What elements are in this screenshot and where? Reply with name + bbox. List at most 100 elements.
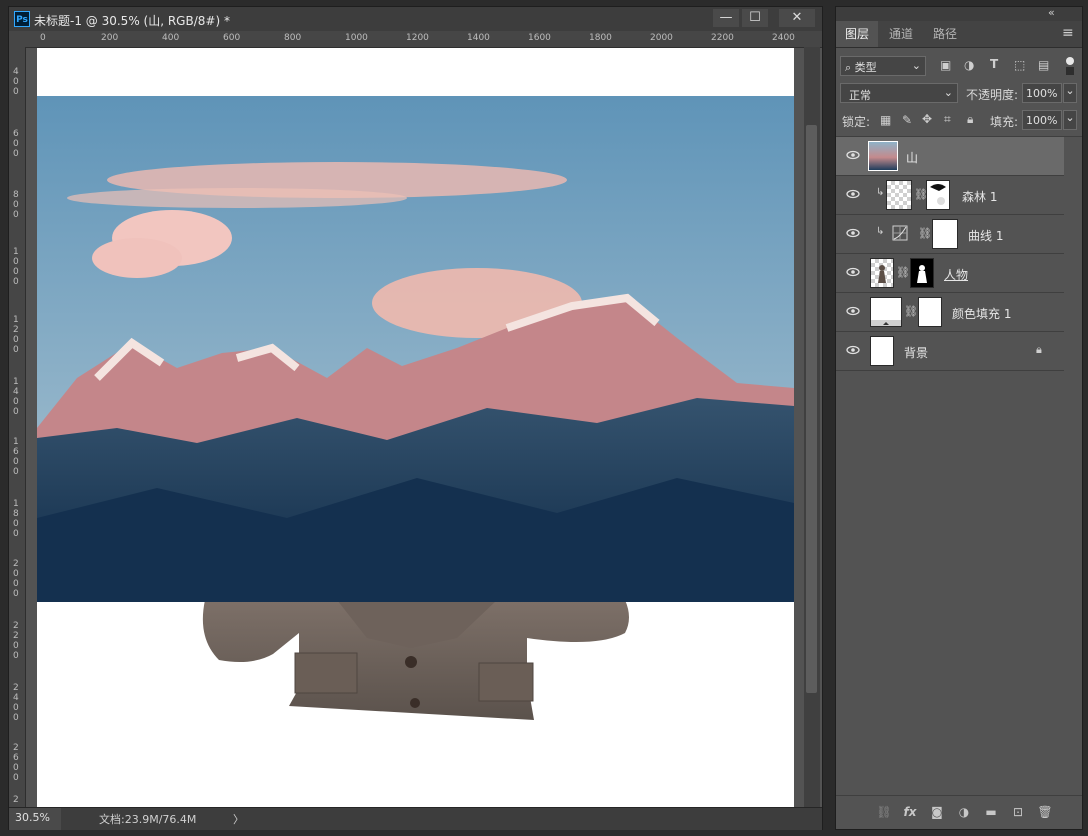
new-layer-icon[interactable]: ⊡ bbox=[1010, 804, 1026, 820]
panel-menu-icon[interactable]: ≡ bbox=[1062, 25, 1074, 41]
document-titlebar[interactable]: Ps 未标题-1 @ 30.5% (山, RGB/8#) * — ☐ ✕ bbox=[9, 7, 822, 31]
canvas[interactable] bbox=[37, 48, 794, 808]
close-button[interactable]: ✕ bbox=[779, 9, 815, 27]
visibility-eye-icon[interactable] bbox=[846, 266, 860, 278]
adjustment-filter-icon[interactable]: ◑ bbox=[964, 58, 980, 74]
fill-input[interactable]: 100% bbox=[1022, 110, 1062, 130]
maximize-button[interactable]: ☐ bbox=[742, 9, 768, 27]
ruler-tick: 1 6 0 0 bbox=[13, 437, 19, 477]
type-filter-icon[interactable]: T bbox=[990, 57, 1006, 73]
layer-mask-thumbnail bbox=[910, 258, 934, 288]
fill-label: 填充: bbox=[990, 115, 1019, 129]
link-icon[interactable]: ⛓︎ bbox=[876, 804, 892, 820]
filter-kind-label: 类型 bbox=[854, 61, 877, 74]
ruler-vertical[interactable]: 4 0 0 6 0 0 8 0 0 1 0 0 0 1 2 0 0 1 4 0 … bbox=[9, 47, 26, 807]
ruler-tick: 200 bbox=[101, 33, 119, 43]
layer-mask-thumbnail bbox=[926, 180, 950, 210]
ruler-tick: 2 0 0 0 bbox=[13, 559, 19, 599]
ruler-tick: 1800 bbox=[589, 33, 612, 43]
layer-name: 颜色填充 1 bbox=[952, 307, 1012, 321]
ruler-tick: 1 0 0 0 bbox=[13, 247, 19, 287]
panel-header: « bbox=[836, 6, 1082, 21]
layer-row-mountain[interactable]: 山 bbox=[836, 137, 1064, 176]
ruler-horizontal[interactable]: 0 200 400 600 800 1000 1200 1400 1600 18… bbox=[9, 31, 822, 48]
folder-icon[interactable]: ▬ bbox=[983, 804, 999, 820]
status-bar: 30.5% 文档:23.9M/76.4M 〉 bbox=[9, 807, 822, 830]
fill-chevron-icon[interactable]: ⌄ bbox=[1063, 110, 1077, 130]
canvas-artwork bbox=[37, 96, 794, 720]
fx-icon[interactable]: fx bbox=[902, 804, 918, 820]
filter-toggle[interactable] bbox=[1066, 57, 1076, 77]
status-menu-arrow[interactable]: 〉 bbox=[233, 811, 244, 827]
visibility-eye-icon[interactable] bbox=[846, 344, 860, 356]
adjustment-icon[interactable]: ◑ bbox=[956, 804, 972, 820]
ruler-tick: 8 0 0 bbox=[13, 190, 19, 220]
doc-info: 文档:23.9M/76.4M bbox=[99, 813, 197, 826]
visibility-eye-icon[interactable] bbox=[846, 227, 860, 239]
tab-channels[interactable]: 通道 bbox=[880, 21, 922, 47]
blend-mode-value: 正常 bbox=[849, 89, 871, 102]
minimize-button[interactable]: — bbox=[713, 9, 739, 27]
mask-icon[interactable]: ◙ bbox=[929, 804, 945, 820]
ruler-tick: 2 6 0 0 bbox=[13, 743, 19, 783]
layer-thumbnail bbox=[870, 258, 894, 288]
visibility-eye-icon[interactable] bbox=[846, 188, 860, 200]
lock-icon[interactable]: 🔒︎ bbox=[1036, 343, 1042, 357]
layers-panel: « 图层 通道 路径 ≡ ⌕ 类型 ⌄ ▣ ◑ T ⬚ ▤ 正常 ⌄ 不透明度:… bbox=[835, 6, 1083, 830]
panel-footer: ⛓︎ fx ◙ ◑ ▬ ⊡ 🗑︎ bbox=[836, 795, 1082, 829]
scrollbar-thumb[interactable] bbox=[806, 125, 817, 693]
zoom-field[interactable]: 30.5% bbox=[9, 808, 61, 830]
shape-filter-icon[interactable]: ⬚ bbox=[1014, 58, 1030, 74]
person-layer-art bbox=[202, 600, 629, 720]
trash-icon[interactable]: 🗑︎ bbox=[1037, 804, 1053, 820]
layer-mask-thumbnail bbox=[918, 297, 942, 327]
panel-tabs: 图层 通道 路径 ≡ bbox=[836, 21, 1082, 48]
ruler-tick: 2000 bbox=[650, 33, 673, 43]
smart-object-filter-icon[interactable]: ▤ bbox=[1038, 58, 1054, 74]
tab-paths[interactable]: 路径 bbox=[924, 21, 966, 47]
ruler-tick: 1000 bbox=[345, 33, 368, 43]
opacity-input[interactable]: 100% bbox=[1022, 83, 1062, 103]
layer-row-background[interactable]: 背景 🔒︎ bbox=[836, 332, 1064, 371]
ruler-tick: 800 bbox=[284, 33, 302, 43]
lock-all-icon[interactable]: 🔒︎ bbox=[967, 112, 973, 127]
lock-position-icon[interactable]: ✥ bbox=[922, 112, 932, 126]
layer-row-person[interactable]: ⛓︎ 人物 bbox=[836, 254, 1064, 293]
photoshop-icon: Ps bbox=[14, 11, 30, 27]
lock-image-icon[interactable]: ✎ bbox=[902, 113, 912, 127]
layer-name: 曲线 1 bbox=[968, 229, 1004, 243]
chevron-down-icon: ⌄ bbox=[911, 59, 921, 72]
ruler-tick: 1 2 0 0 bbox=[13, 315, 19, 355]
clip-arrow-icon: ↳ bbox=[876, 187, 885, 198]
opacity-label: 不透明度: bbox=[966, 88, 1019, 102]
tab-layers[interactable]: 图层 bbox=[836, 21, 878, 47]
opacity-chevron-icon[interactable]: ⌄ bbox=[1063, 83, 1077, 103]
ruler-tick: 1 8 0 0 bbox=[13, 499, 19, 539]
ruler-tick: 600 bbox=[223, 33, 241, 43]
layer-thumbnail bbox=[870, 336, 894, 366]
ruler-tick: 400 bbox=[162, 33, 180, 43]
lock-artboard-icon[interactable]: ⌗ bbox=[944, 112, 951, 127]
chevron-down-icon: ⌄ bbox=[943, 86, 953, 99]
link-chain-icon: ⛓︎ bbox=[904, 305, 918, 318]
visibility-eye-icon[interactable] bbox=[846, 305, 860, 317]
blend-mode-dropdown[interactable]: 正常 ⌄ bbox=[840, 83, 958, 103]
lock-transparent-icon[interactable]: ▦ bbox=[880, 113, 891, 127]
layer-name: 人物 bbox=[944, 268, 969, 282]
visibility-eye-icon[interactable] bbox=[846, 149, 860, 161]
ruler-tick: 2 bbox=[13, 795, 19, 805]
layer-filter-dropdown[interactable]: ⌕ 类型 ⌄ bbox=[840, 56, 926, 76]
ruler-tick: 2 2 0 0 bbox=[13, 621, 19, 661]
ruler-tick: 1600 bbox=[528, 33, 551, 43]
ruler-tick: 1400 bbox=[467, 33, 490, 43]
collapse-panel-icon[interactable]: « bbox=[1048, 6, 1055, 19]
ruler-tick: 4 0 0 bbox=[13, 67, 19, 97]
pixel-layer-filter-icon[interactable]: ▣ bbox=[940, 58, 956, 74]
layer-thumbnail bbox=[870, 297, 902, 327]
layer-row-forest[interactable]: ↳ ⛓︎ 森林 1 bbox=[836, 176, 1064, 215]
ruler-tick: 1200 bbox=[406, 33, 429, 43]
link-chain-icon: ⛓︎ bbox=[896, 266, 910, 279]
layer-row-color-fill[interactable]: ⛓︎ 颜色填充 1 bbox=[836, 293, 1064, 332]
layer-name: 森林 1 bbox=[962, 190, 998, 204]
layer-row-curves[interactable]: ↳ ⛓︎ 曲线 1 bbox=[836, 215, 1064, 254]
